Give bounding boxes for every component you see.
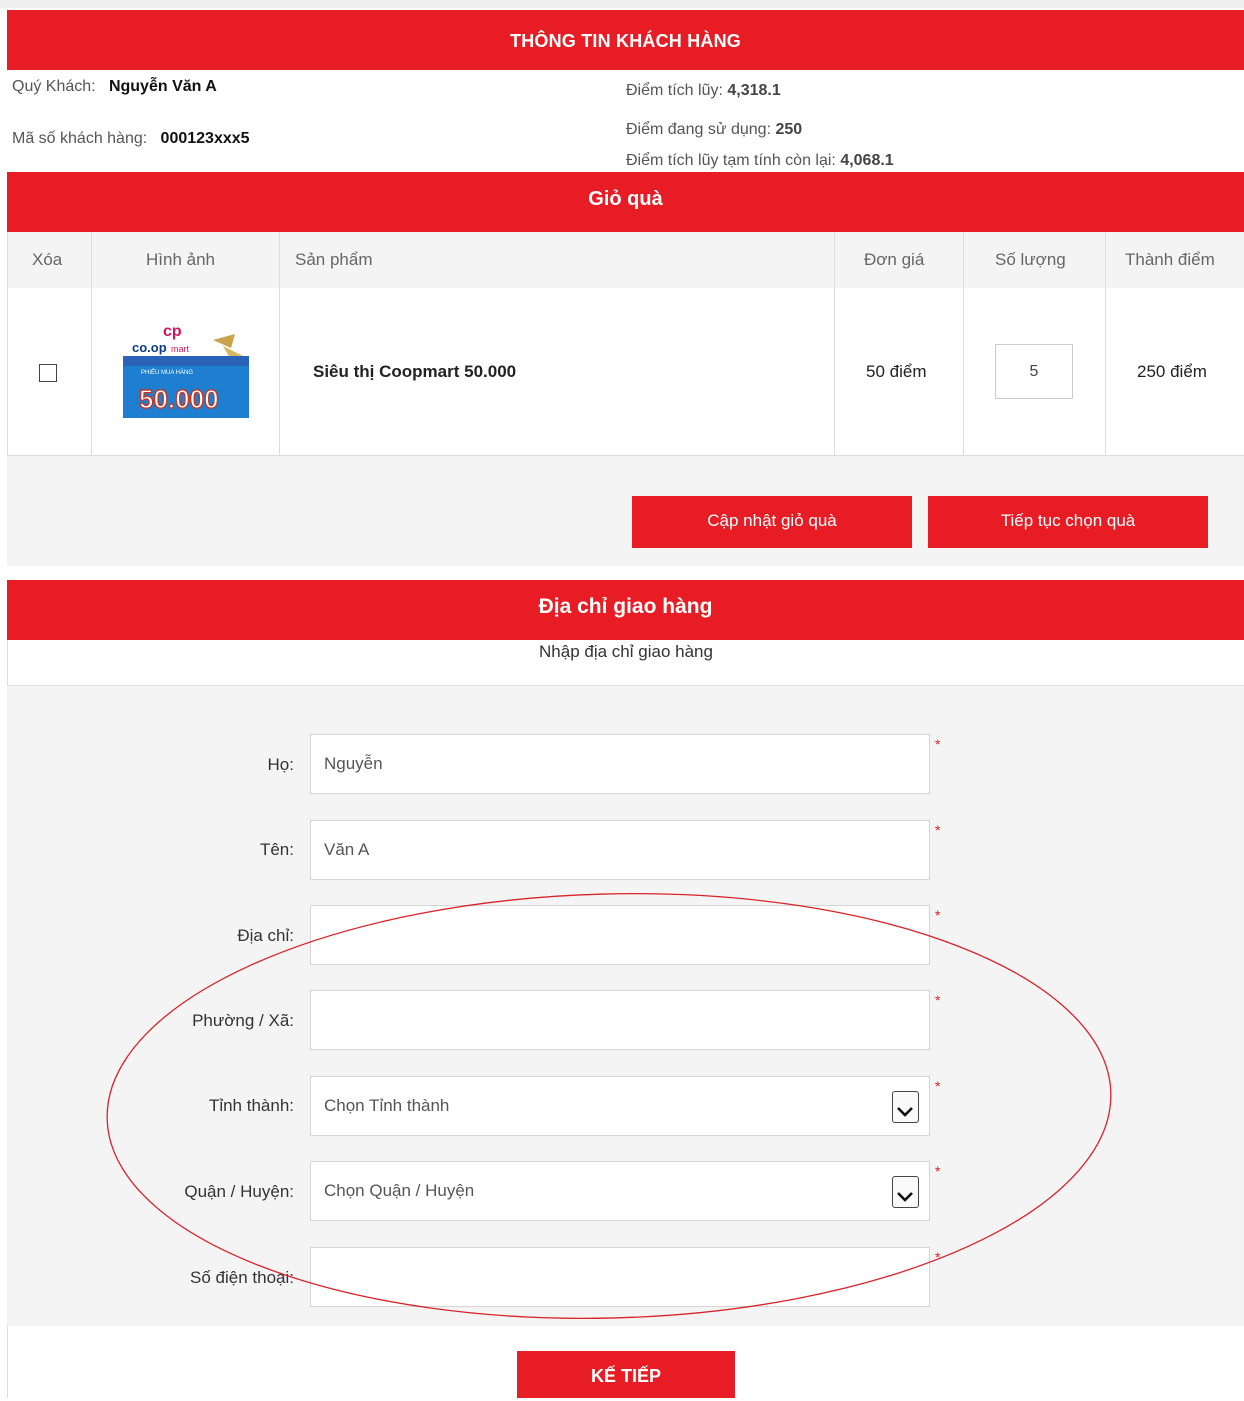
cell-divider (963, 232, 964, 456)
required-mark: * (935, 1078, 941, 1094)
district-select[interactable]: Chọn Quận / Huyện (310, 1161, 930, 1221)
first-name-label: Tên: (259, 840, 294, 859)
points-remaining-value: 4,068.1 (840, 152, 894, 169)
points-row: Điểm tích lũy: 4,318.1 (626, 82, 781, 100)
points-using-row: Điểm đang sử dụng: 250 (626, 121, 802, 139)
col-unit-price: Đơn giá (864, 250, 925, 269)
update-cart-button[interactable]: Cập nhật giỏ quà (632, 496, 912, 548)
phone-label: Số điện thoại: (190, 1268, 294, 1287)
cell-divider (834, 232, 835, 456)
customer-id-row: Mã số khách hàng: 000123xxx5 (12, 130, 250, 148)
district-selected-value: Chọn Quận / Huyện (324, 1181, 475, 1200)
province-select[interactable]: Chọn Tỉnh thành (310, 1076, 930, 1136)
points-using-value: 250 (775, 121, 803, 138)
first-name-input[interactable]: Văn A (310, 820, 930, 880)
customer-id-value: 000123xxx5 (160, 130, 250, 147)
customer-name-label: Quý Khách: (12, 78, 96, 95)
product-name: Siêu thị Coopmart 50.000 (313, 362, 517, 381)
top-border (0, 0, 1244, 8)
voucher-caption: PHIẾU MUA HÀNG (141, 369, 193, 376)
cart-table-header: Xóa Hình ảnh Sản phẩm Đơn giá Số lượng T… (7, 232, 1244, 288)
voucher-brand-small: mart (171, 344, 189, 354)
customer-name-row: Quý Khách: Nguyễn Văn A (12, 78, 217, 96)
col-delete: Xóa (32, 250, 63, 269)
phone-input[interactable] (310, 1247, 930, 1307)
continue-shopping-button[interactable]: Tiếp tục chọn quà (928, 496, 1208, 548)
chevron-down-icon[interactable] (892, 1091, 919, 1123)
required-mark: * (935, 822, 941, 838)
points-remaining-row: Điểm tích lũy tạm tính còn lại: 4,068.1 (626, 152, 894, 170)
customer-info-header: THÔNG TIN KHÁCH HÀNG (7, 10, 1244, 70)
left-border (7, 1326, 8, 1398)
col-product: Sản phẩm (295, 250, 373, 269)
required-mark: * (935, 1163, 941, 1179)
col-image: Hình ảnh (146, 250, 215, 269)
voucher-amount: 50.000 (139, 384, 219, 414)
cart-header: Giỏ quà (7, 172, 1244, 232)
points-label: Điểm tích lũy: (626, 82, 723, 99)
delete-checkbox[interactable] (39, 364, 57, 382)
cell-divider (7, 232, 8, 456)
coupon-voucher-image: cp co.op mart PHIẾU MUA HÀNG 50.000 (123, 318, 249, 418)
next-button[interactable]: KẾ TIẾP (517, 1351, 735, 1398)
required-mark: * (935, 736, 941, 752)
col-quantity: Số lượng (995, 250, 1066, 269)
required-mark: * (935, 1249, 941, 1265)
customer-id-label: Mã số khách hàng: (12, 130, 148, 147)
district-label: Quận / Huyện: (184, 1182, 294, 1201)
table-row: cp co.op mart PHIẾU MUA HÀNG 50.000 Siêu… (7, 288, 1244, 456)
shipping-header: Địa chỉ giao hàng (7, 580, 1244, 640)
points-remaining-label: Điểm tích lũy tạm tính còn lại: (626, 152, 836, 169)
customer-name-value: Nguyễn Văn A (108, 78, 217, 95)
address-label: Địa chỉ: (237, 926, 294, 945)
cart-table: Xóa Hình ảnh Sản phẩm Đơn giá Số lượng T… (7, 232, 1244, 456)
required-mark: * (935, 992, 941, 1008)
points-value: 4,318.1 (727, 82, 781, 99)
last-name-input[interactable]: Nguyễn (310, 734, 930, 794)
required-mark: * (935, 907, 941, 923)
line-total: 250 điểm (1137, 362, 1207, 381)
points-using-label: Điểm đang sử dụng: (626, 121, 772, 138)
ward-label: Phường / Xã: (192, 1011, 294, 1030)
svg-text:cp: cp (163, 323, 182, 340)
province-selected-value: Chọn Tỉnh thành (324, 1096, 450, 1115)
shipping-subtitle: Nhập địa chỉ giao hàng (7, 640, 1244, 686)
province-label: Tỉnh thành: (208, 1096, 294, 1115)
cell-divider (91, 232, 92, 456)
chevron-down-icon[interactable] (892, 1176, 919, 1208)
address-input[interactable] (310, 905, 930, 965)
cell-divider (279, 232, 280, 456)
voucher-brand: co.op (132, 340, 167, 355)
quantity-input[interactable]: 5 (995, 344, 1073, 399)
last-name-label: Họ: (267, 755, 294, 774)
ward-input[interactable] (310, 990, 930, 1050)
col-total: Thành điểm (1125, 250, 1215, 269)
cell-divider (1105, 232, 1106, 456)
unit-price: 50 điểm (866, 362, 927, 381)
